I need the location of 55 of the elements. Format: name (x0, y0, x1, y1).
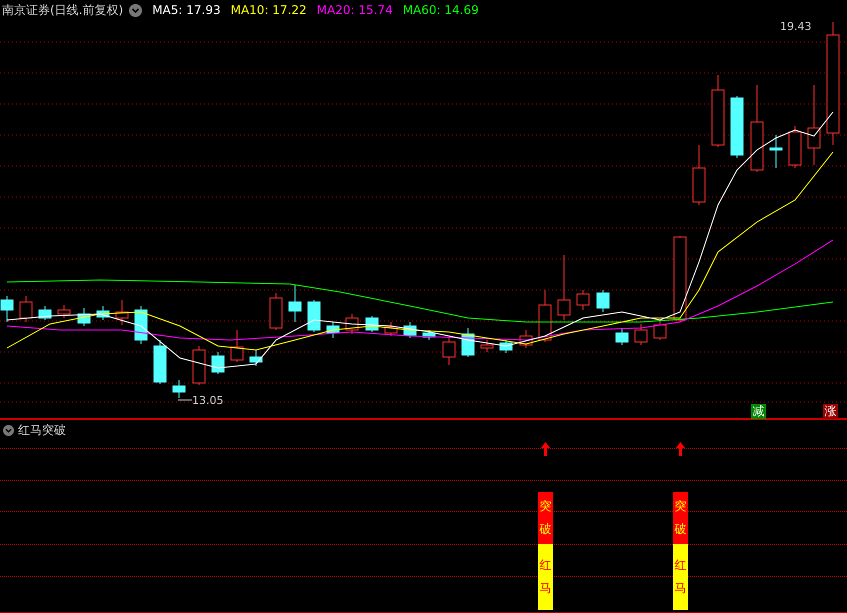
candlestick (770, 134, 782, 168)
moving-average-value: MA20: 15.74 (316, 3, 393, 17)
candlestick (404, 322, 416, 338)
signal-text: 红马 (674, 557, 686, 597)
candlestick (480, 340, 494, 352)
candlestick (58, 304, 70, 318)
candlestick (270, 292, 282, 330)
candlestick (634, 324, 648, 346)
candlestick (422, 330, 436, 340)
candlestick (230, 330, 244, 362)
candlestick (212, 352, 224, 374)
candlestick (692, 144, 706, 206)
candlestick (250, 350, 262, 366)
indicator-title: 红马突破 (18, 422, 66, 438)
candlestick (576, 290, 590, 310)
signal-tag: 减 (751, 404, 766, 419)
candlestick (654, 320, 666, 340)
candlestick (596, 290, 610, 312)
chart-title: 南京证券(日线.前复权) (2, 2, 124, 18)
moving-average-value: MA60: 14.69 (402, 3, 479, 17)
candlestick (154, 340, 166, 384)
candlestick (38, 306, 52, 320)
candlestick (384, 322, 398, 336)
candlestick (788, 126, 802, 168)
candlestick (326, 322, 340, 338)
candlestick (116, 300, 128, 326)
candlestick (346, 314, 358, 334)
dropdown-icon[interactable] (129, 4, 142, 16)
up-arrow-icon (675, 442, 686, 456)
moving-average-value: MA5: 17.93 (152, 3, 221, 17)
candlestick (78, 308, 90, 326)
signal-tag: 涨 (823, 404, 838, 419)
candlestick (616, 328, 628, 346)
candlestick (172, 380, 186, 398)
candlestick (538, 290, 552, 342)
candlestick (442, 338, 456, 366)
signal-text: 突破 (540, 498, 552, 538)
up-arrow-icon (540, 442, 551, 456)
candlestick (500, 340, 512, 354)
high-price-label: 19.43 (780, 20, 812, 33)
candlestick (134, 306, 148, 344)
candlestick (520, 330, 532, 348)
low-price-label: 13.05 (192, 394, 224, 407)
moving-average-value: MA10: 17.22 (230, 3, 307, 17)
candlestick (730, 96, 744, 158)
candlestick (0, 296, 14, 322)
signal-text: 红马 (540, 557, 552, 597)
candlestick (558, 254, 570, 320)
candlestick (20, 296, 32, 322)
candlestick (96, 306, 110, 320)
signal-text: 突破 (674, 498, 686, 538)
dropdown-icon[interactable] (3, 424, 14, 436)
candlestick (192, 346, 206, 386)
candlestick (288, 284, 302, 322)
candlestick (308, 300, 320, 332)
